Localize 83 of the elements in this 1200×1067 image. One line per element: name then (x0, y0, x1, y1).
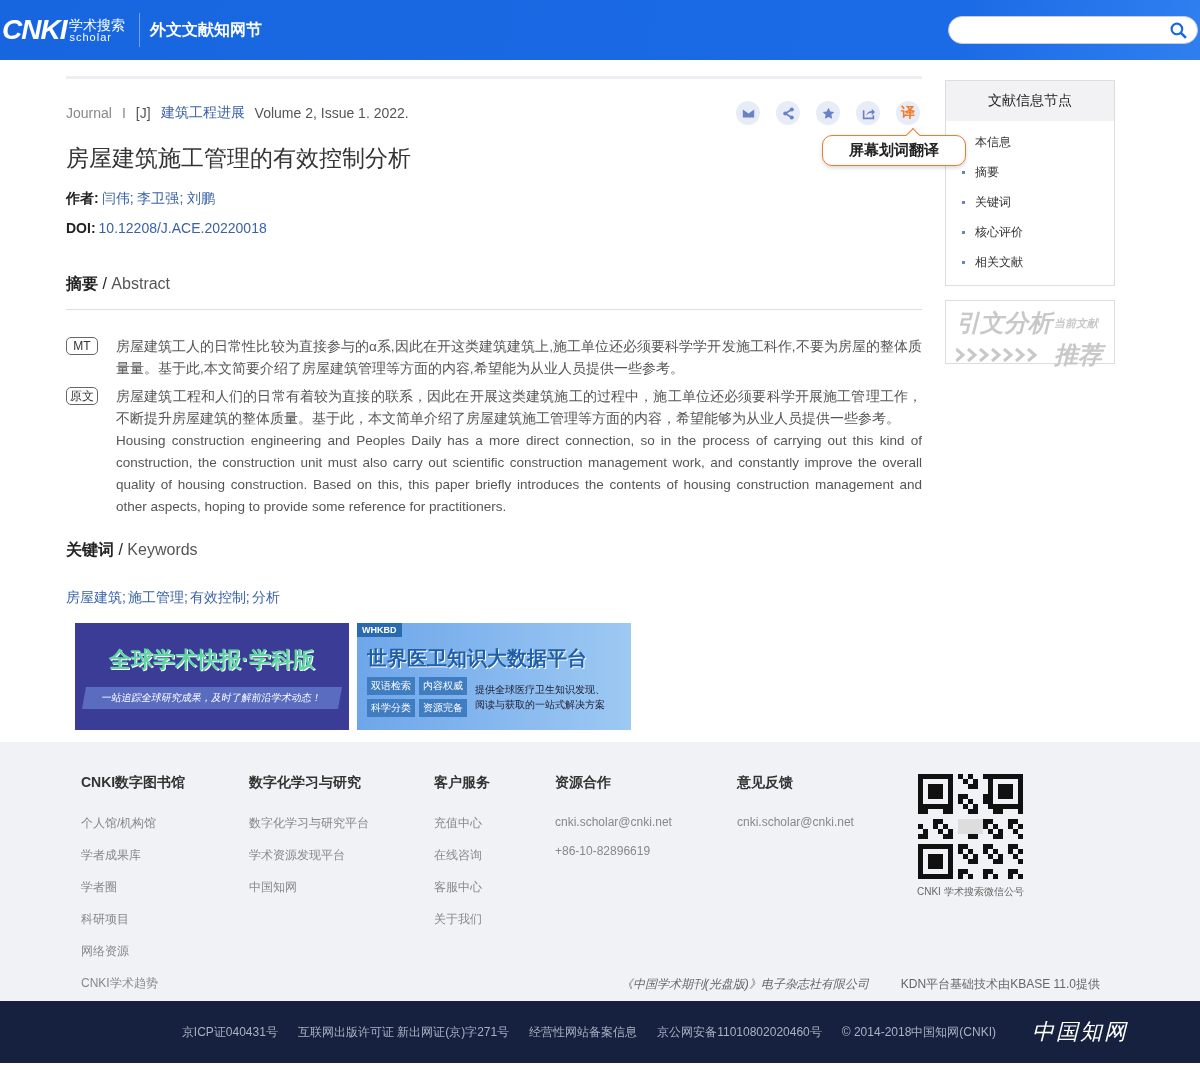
author-link[interactable]: 闫伟; (101, 190, 134, 206)
abstract-text: 房屋建筑工程和人们的日常有着较为直接的联系，因此在开展这类建筑施工的过程中，施工单位还必须要科学开展施工管理工作，不断提升房屋建筑的整体质量。基于此，本文简单介绍了房屋建筑施工管理等方面的内容，希望能够为从业人员提供一些参考。 (116, 388, 922, 428)
section-heading: 摘要 / Abstract (66, 274, 922, 310)
brand-logo: 中国知网 (1032, 1018, 1128, 1046)
footer-link[interactable]: +86-10-82896619 (555, 844, 737, 858)
export-button[interactable] (856, 101, 880, 125)
banner-description: 提供全球医疗卫生知识发现、 (475, 683, 605, 697)
mail-button[interactable] (736, 101, 760, 125)
banner-badge: WHKBD (357, 623, 402, 637)
keyword-link[interactable]: 有效控制; (189, 589, 250, 607)
footer-link[interactable]: 学者圈 (81, 879, 249, 896)
doi-link[interactable]: 10.12208/J.ACE.20220018 (98, 220, 267, 236)
footer-link[interactable]: 学者成果库 (81, 847, 249, 864)
outline-item[interactable]: 核心评价 (962, 217, 1114, 247)
footer-heading: 客户服务 (434, 774, 491, 792)
keyword-link[interactable]: 施工管理; (127, 589, 188, 607)
footer-link[interactable]: 在线咨询 (434, 847, 555, 864)
share-icon (781, 106, 795, 120)
keyword-link[interactable]: 房屋建筑; (66, 589, 126, 607)
abstract-text: Housing construction engineering and Peoples Daily has a more direct connection, so in the process of carrying out this kind of construction, the construction unit must also carry out scientific construction management work, and constantly improve the overall quality of housing construction. Based on this, this paper briefly introduces the contents of housing construction management and other aspects, hoping to provide some reference for practitioners. (116, 432, 922, 516)
search-icon[interactable] (1170, 21, 1187, 39)
tech-credit: KDN平台基础技术由KBASE 11.0提供 (900, 976, 1100, 993)
ad-banner[interactable]: WHKBD 世界医卫知识大数据平台 双语检索 内容权威 科学分类 资源完备 提供全球医疗卫生知识发现、 阅读与获取的一站式解决方案 (357, 623, 631, 730)
document-tag: [J] (135, 105, 151, 121)
banner-tag: 双语检索 (367, 677, 415, 695)
meta-separator: I (121, 105, 126, 121)
footer-link[interactable]: 关于我们 (434, 911, 555, 928)
label-tag: MT (66, 337, 98, 355)
outline-item[interactable]: 相关文献 (962, 247, 1114, 277)
footer-link[interactable]: 客服中心 (434, 879, 555, 896)
banner-description: 阅读与获取的一站式解决方案 (475, 698, 605, 712)
footer-link[interactable]: 中国知网 (249, 879, 434, 896)
footer-link[interactable]: 个人馆/机构馆 (81, 815, 249, 832)
panel-heading: 文献信息节点 (946, 81, 1114, 121)
footer-heading: 意见反馈 (737, 774, 794, 792)
author-link[interactable]: 李卫强; (137, 190, 184, 206)
qr-code-icon (917, 774, 1023, 879)
doi-label: DOI: (66, 220, 96, 236)
abstract-text: 房屋建筑工人的日常性比较为直接参与的α系,因此在开这类建筑建筑上,施工单位还必须要科学学开发施工科作,不要为房屋的整体质量量。基于此,本文简要介绍了房屋建筑管理等方面的内容,希望能为从业人员提供一些参考。 (116, 338, 922, 378)
label-tag: 原文 (66, 387, 98, 405)
footer-link[interactable]: 数字化学习与研究平台 (249, 815, 434, 832)
legal-text: © 2014-2018中国知网(CNKI) (841, 1023, 996, 1041)
star-icon (821, 106, 835, 120)
banner-subtitle: 一站追踪全球研究成果，及时了解前沿学术动态！ (82, 686, 342, 709)
footer-link[interactable]: 网络资源 (81, 943, 249, 960)
legal-text: 经营性网站备案信息 (529, 1023, 638, 1041)
chevrons-icon (956, 347, 1040, 363)
authors-label: 作者: (66, 190, 99, 206)
footer-link[interactable]: cnki.scholar@cnki.net (555, 815, 737, 829)
publisher-text: 《中国学术期刊(光盘版)》电子杂志社有限公司 (620, 976, 869, 993)
footer-link[interactable]: CNKI学术趋势 (81, 975, 249, 992)
search-field[interactable] (948, 16, 1198, 44)
issue-info: Volume 2, Issue 1. 2022. (254, 105, 409, 121)
keyword-link[interactable]: 分析 (251, 589, 280, 607)
footer-link[interactable]: 充值中心 (434, 815, 555, 832)
outline-item[interactable]: 关键词 (962, 187, 1114, 217)
document-type: Journal (66, 105, 112, 121)
journal-link[interactable]: 建筑工程进展 (160, 104, 245, 122)
banner-title: 全球学术快报·学科版 (109, 645, 315, 674)
footer-heading: CNKI数字图书馆 (81, 774, 187, 792)
legal-text: 互联网出版许可证 新出网证(京)字271号 (297, 1023, 510, 1041)
section-heading: 关键词 / Keywords (66, 540, 199, 560)
legal-text: 京公网安备11010802020460号 (657, 1023, 822, 1041)
star-button[interactable] (816, 101, 840, 125)
banner-tag: 资源完备 (419, 699, 467, 717)
banner-title: 世界医卫知识大数据平台 (367, 646, 588, 671)
share-button[interactable] (776, 101, 800, 125)
footer-link[interactable]: 科研项目 (81, 911, 249, 928)
export-icon (861, 106, 875, 120)
translate-button[interactable]: 译 (896, 101, 920, 125)
site-title: 外文文献知网节 (150, 19, 263, 40)
banner-tag: 科学分类 (367, 699, 415, 717)
article-title: 房屋建筑施工管理的有效控制分析 (66, 144, 411, 173)
ad-banner[interactable]: 全球学术快报·学科版 一站追踪全球研究成果，及时了解前沿学术动态！ (75, 623, 349, 730)
footer-heading: 资源合作 (555, 774, 612, 792)
footer-heading: 数字化学习与研究 (249, 774, 362, 792)
tooltip: 屏幕划词翻译 (822, 135, 966, 166)
footer-link[interactable]: 学术资源发现平台 (249, 847, 434, 864)
author-link[interactable]: 刘鹏 (187, 190, 216, 206)
footer-link[interactable]: cnki.scholar@cnki.net (737, 815, 919, 829)
banner-tag: 内容权威 (419, 677, 467, 695)
qr-caption: CNKI 学术搜索微信公号 (917, 885, 1024, 899)
legal-text: 京ICP证040431号 (181, 1023, 278, 1041)
